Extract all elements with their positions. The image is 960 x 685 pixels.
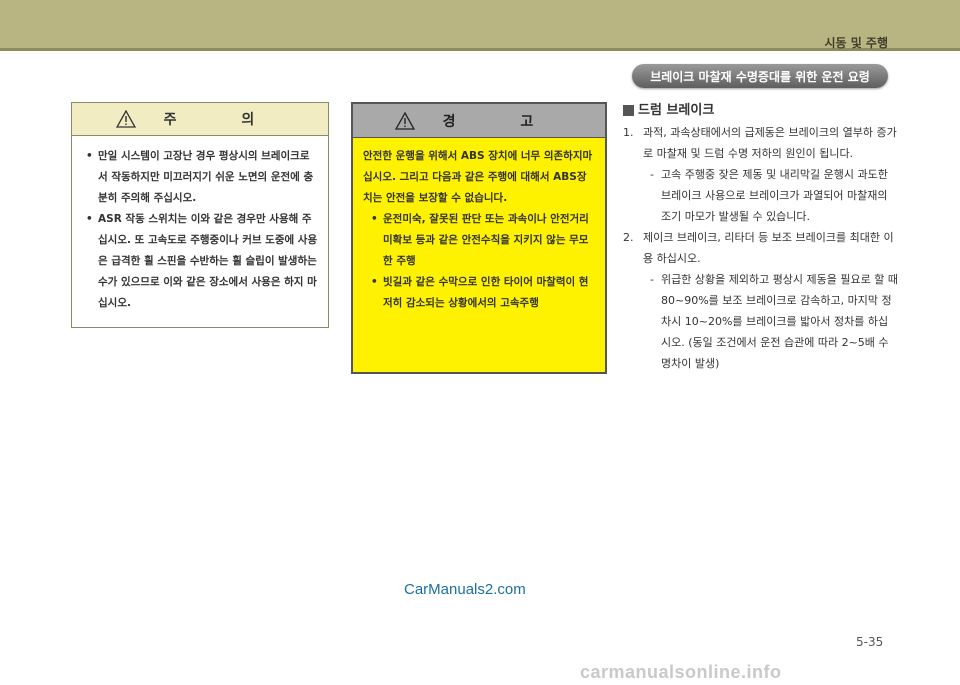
caution-header: 주 의 <box>72 103 328 136</box>
site-watermark-link[interactable]: CarManuals2.com <box>404 581 526 598</box>
drum-brake-heading-text: 드럼 브레이크 <box>638 103 715 118</box>
chapter-title: 시동 및 주행 <box>824 36 888 50</box>
warning-box: 경 고 안전한 운행을 위해서 ABS 장치에 너무 의존하지마십시오. 그리고… <box>351 102 607 374</box>
warning-item: 빗길과 같은 수막으로 인한 타이어 마찰력이 현저히 감소되는 상황에서의 고… <box>371 272 595 314</box>
square-bullet-icon <box>623 105 634 116</box>
caution-box: 주 의 만일 시스템이 고장난 경우 평상시의 브레이크로서 작동하지만 미끄러… <box>71 102 329 328</box>
sub-item: - 고속 주행중 잦은 제동 및 내리막길 운행시 과도한 브레이크 사용으로 … <box>623 164 898 227</box>
drum-brake-heading: 드럼 브레이크 <box>623 100 898 121</box>
warning-triangle-icon <box>115 110 136 128</box>
numbered-item: 1. 과적, 과속상태에서의 급제동은 브레이크의 열부하 증가로 마찰재 및 … <box>623 122 898 164</box>
warning-triangle-icon <box>394 111 415 130</box>
top-band-line <box>0 48 960 51</box>
numbered-item: 2. 제이크 브레이크, 리타더 등 보조 브레이크를 최대한 이용 하십시오. <box>623 227 898 269</box>
section-title: 브레이크 마찰재 수명증대를 위한 운전 요령 <box>650 69 870 84</box>
page-number: 5-35 <box>856 635 884 649</box>
item-text: 제이크 브레이크, 리타더 등 보조 브레이크를 최대한 이용 하십시오. <box>643 231 894 265</box>
section-title-badge: 브레이크 마찰재 수명증대를 위한 운전 요령 <box>632 64 888 88</box>
top-band <box>0 0 960 48</box>
item-number: 1. <box>623 126 634 139</box>
sub-item-text: 위급한 상황을 제외하고 평상시 제동을 필요로 할 때 80~90%를 보조 … <box>661 273 898 370</box>
item-text: 과적, 과속상태에서의 급제동은 브레이크의 열부하 증가로 마찰재 및 드럼 … <box>643 126 897 160</box>
warning-intro: 안전한 운행을 위해서 ABS 장치에 너무 의존하지마십시오. 그리고 다음과… <box>363 150 593 204</box>
warning-item: 운전미숙, 잘못된 판단 또는 과속이나 안전거리 미확보 등과 같은 안전수칙… <box>371 209 595 272</box>
sub-item: - 위급한 상황을 제외하고 평상시 제동을 필요로 할 때 80~90%를 보… <box>623 269 898 374</box>
item-number: 2. <box>623 231 634 244</box>
caution-title: 주 의 <box>163 112 285 128</box>
warning-list: 운전미숙, 잘못된 판단 또는 과속이나 안전거리 미확보 등과 같은 안전수칙… <box>363 209 595 314</box>
bottom-watermark: carmanualsonline.info <box>580 662 782 682</box>
warning-title: 경 고 <box>442 113 564 130</box>
caution-list: 만일 시스템이 고장난 경우 평상시의 브레이크로서 작동하지만 미끄러지기 쉬… <box>72 136 328 314</box>
warning-header: 경 고 <box>353 104 605 138</box>
caution-item: 만일 시스템이 고장난 경우 평상시의 브레이크로서 작동하지만 미끄러지기 쉬… <box>86 146 318 209</box>
drum-brake-section: 드럼 브레이크 1. 과적, 과속상태에서의 급제동은 브레이크의 열부하 증가… <box>623 100 898 374</box>
sub-item-text: 고속 주행중 잦은 제동 및 내리막길 운행시 과도한 브레이크 사용으로 브레… <box>661 168 888 223</box>
warning-body: 안전한 운행을 위해서 ABS 장치에 너무 의존하지마십시오. 그리고 다음과… <box>353 138 605 314</box>
caution-item: ASR 작동 스위치는 이와 같은 경우만 사용해 주십시오. 또 고속도로 주… <box>86 209 318 314</box>
dash-marker: - <box>650 168 654 181</box>
dash-marker: - <box>650 273 654 286</box>
